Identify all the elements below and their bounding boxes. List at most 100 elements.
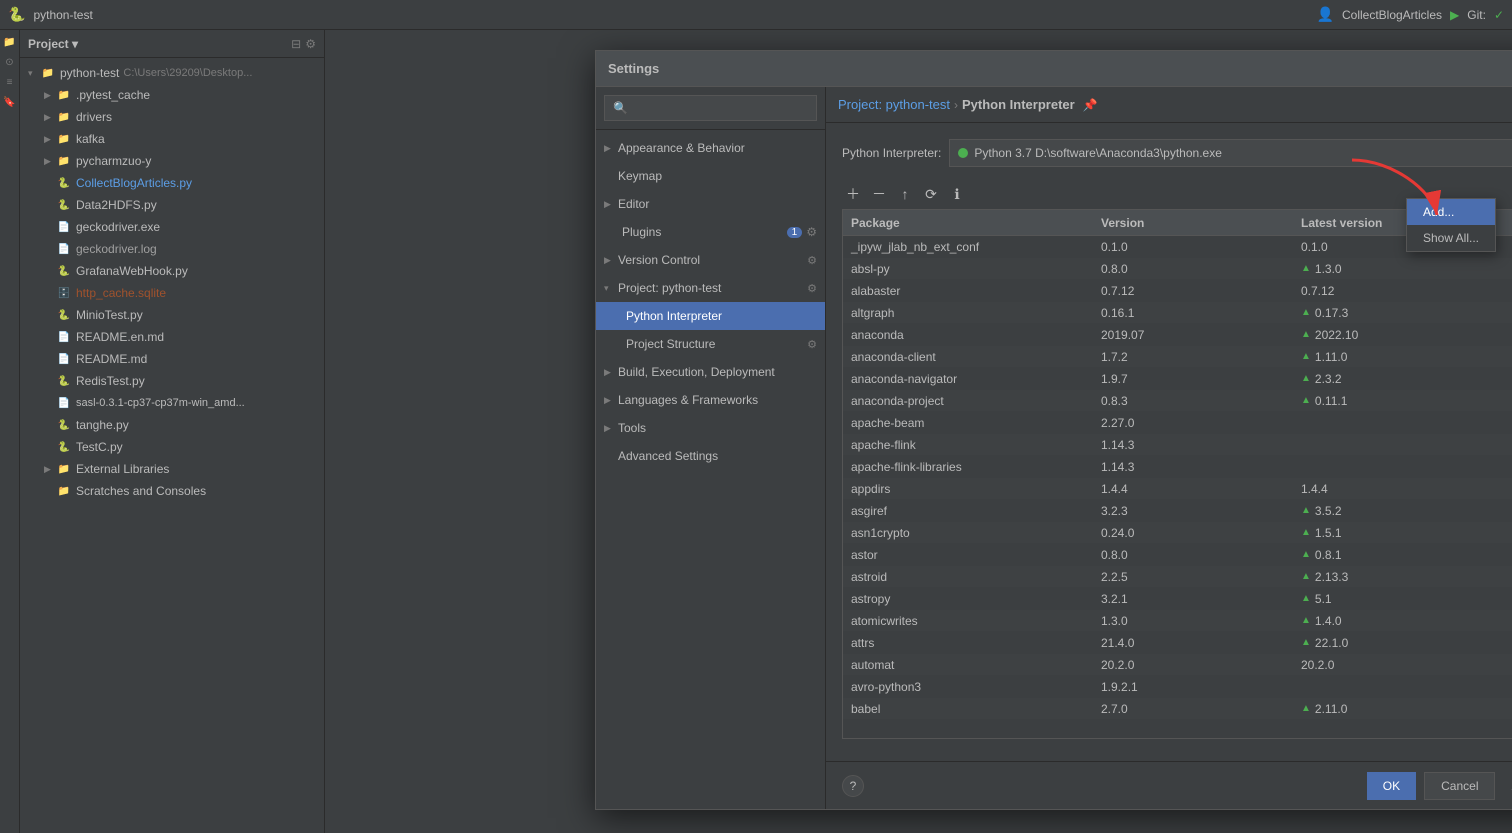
tree-item-pycharmzuo[interactable]: ▶ 📁 pycharmzuo-y [20,150,324,172]
tree-item-pytest[interactable]: ▶ 📁 .pytest_cache [20,84,324,106]
table-row[interactable]: absl-py0.8.0▲1.3.0 [843,258,1512,280]
project-icon[interactable]: 📁 [2,34,18,50]
settings-item-editor[interactable]: ▶ Editor [596,190,825,218]
settings-nav: Project: python-test › Python Interprete… [826,87,1512,123]
structure-icon[interactable]: ≡ [2,74,18,90]
td-version: 2.2.5 [1093,570,1293,584]
table-row[interactable]: asn1crypto0.24.0▲1.5.1 [843,522,1512,544]
settings-item-project-structure[interactable]: Project Structure ⚙ [596,330,825,358]
commit-icon[interactable]: ⊙ [2,54,18,70]
breadcrumb-parent[interactable]: Project: python-test [838,97,950,112]
tree-root[interactable]: ▾ 📁 python-test C:\Users\29209\Desktop..… [20,62,324,84]
tree-item-scratches[interactable]: 📁 Scratches and Consoles [20,480,324,502]
table-row[interactable]: apache-beam2.27.0 [843,412,1512,434]
table-row[interactable]: attrs21.4.0▲22.1.0 [843,632,1512,654]
tree-item-redistest[interactable]: 🐍 RedisTest.py [20,370,324,392]
table-row[interactable]: anaconda-navigator1.9.7▲2.3.2 [843,368,1512,390]
table-row[interactable]: altgraph0.16.1▲0.17.3 [843,302,1512,324]
settings-item-appearance[interactable]: ▶ Appearance & Behavior [596,134,825,162]
show-package-info-button[interactable]: ℹ [946,183,968,205]
td-package: _ipyw_jlab_nb_ext_conf [843,240,1093,254]
bookmarks-icon[interactable]: 🔖 [2,94,18,110]
run-button[interactable]: ▶ [1450,8,1459,22]
table-row[interactable]: anaconda-project0.8.3▲0.11.1 [843,390,1512,412]
tree-item-data2hdfs[interactable]: 🐍 Data2HDFS.py [20,194,324,216]
td-package: avro-python3 [843,680,1093,694]
table-row[interactable]: astroid2.2.5▲2.13.3 [843,566,1512,588]
settings-item-plugins[interactable]: Plugins 1 ⚙ [596,218,825,246]
root-path: C:\Users\29209\Desktop... [123,67,252,79]
td-version: 2.7.0 [1093,702,1293,716]
settings-item-keymap[interactable]: Keymap [596,162,825,190]
settings-item-tools[interactable]: ▶ Tools [596,414,825,442]
tree-item-tanghe[interactable]: 🐍 tanghe.py [20,414,324,436]
settings-item-python-interpreter[interactable]: Python Interpreter [596,302,825,330]
ok-button[interactable]: OK [1367,772,1416,800]
remove-package-button[interactable]: － [868,183,890,205]
td-version: 21.4.0 [1093,636,1293,650]
add-dropdown-item[interactable]: Add... [1407,199,1495,225]
table-row[interactable]: astropy3.2.1▲5.1 [843,588,1512,610]
interpreter-status-dot [958,148,968,158]
settings-item-build[interactable]: ▶ Build, Execution, Deployment [596,358,825,386]
redistest-py-icon: 🐍 [56,373,72,389]
td-version: 0.8.0 [1093,262,1293,276]
show-all-dropdown-item[interactable]: Show All... [1407,225,1495,251]
tree-item-sasl[interactable]: 📄 sasl-0.3.1-cp37-cp37m-win_amd... [20,392,324,414]
tree-item-testc[interactable]: 🐍 TestC.py [20,436,324,458]
tree-item-drivers[interactable]: ▶ 📁 drivers [20,106,324,128]
project-panel-actions: ⊟ ⚙ [291,37,316,51]
help-button[interactable]: ? [842,775,864,797]
tree-item-http-cache[interactable]: 🗄️ http_cache.sqlite [20,282,324,304]
td-latest: ▲1.11.0 [1293,350,1512,364]
table-row[interactable]: babel2.7.0▲2.11.0 [843,698,1512,720]
table-row[interactable]: atomicwrites1.3.0▲1.4.0 [843,610,1512,632]
settings-icon[interactable]: ⚙ [305,37,316,51]
drivers-folder-icon: 📁 [56,109,72,125]
td-latest: ▲22.1.0 [1293,636,1512,650]
kafka-folder-icon: 📁 [56,131,72,147]
table-row[interactable]: avro-python31.9.2.1 [843,676,1512,698]
settings-search-input[interactable] [604,95,817,121]
refresh-packages-button[interactable]: ⟳ [920,183,942,205]
settings-item-vcs[interactable]: ▶ Version Control ⚙ [596,246,825,274]
tree-item-grafana[interactable]: 🐍 GrafanaWebHook.py [20,260,324,282]
tree-item-kafka[interactable]: ▶ 📁 kafka [20,128,324,150]
tree-item-collectblog[interactable]: 🐍 CollectBlogArticles.py [20,172,324,194]
interpreter-select-dropdown[interactable]: Python 3.7 D:\software\Anaconda3\python.… [949,139,1512,167]
table-row[interactable]: apache-flink1.14.3 [843,434,1512,456]
tree-item-geckodriver-exe[interactable]: 📄 geckodriver.exe [20,216,324,238]
testc-py-icon: 🐍 [56,439,72,455]
project-panel-title: Project ▾ [28,37,78,51]
td-latest: ▲1.3.0 [1293,262,1512,276]
tools-arrow-icon: ▶ [604,423,618,434]
add-package-button[interactable]: ＋ [842,183,864,205]
tree-item-readme-en[interactable]: 📄 README.en.md [20,326,324,348]
cancel-button[interactable]: Cancel [1424,772,1495,800]
top-bar: 🐍 python-test 👤 CollectBlogArticles ▶ Gi… [0,0,1512,30]
tree-item-external-libs[interactable]: ▶ 📁 External Libraries [20,458,324,480]
settings-item-languages[interactable]: ▶ Languages & Frameworks [596,386,825,414]
table-row[interactable]: anaconda-client1.7.2▲1.11.0 [843,346,1512,368]
table-row[interactable]: appdirs1.4.41.4.4 [843,478,1512,500]
upgrade-package-button[interactable]: ↑ [894,183,916,205]
table-row[interactable]: anaconda2019.07▲2022.10 [843,324,1512,346]
td-latest: ▲0.8.1 [1293,548,1512,562]
upgrade-arrow-icon: ▲ [1301,527,1311,538]
tree-item-readme[interactable]: 📄 README.md [20,348,324,370]
table-row[interactable]: asgiref3.2.3▲3.5.2 [843,500,1512,522]
td-latest: ▲1.4.0 [1293,614,1512,628]
settings-item-advanced[interactable]: Advanced Settings [596,442,825,470]
tree-item-geckodriver-log[interactable]: 📄 geckodriver.log [20,238,324,260]
upgrade-arrow-icon: ▲ [1301,571,1311,582]
table-row[interactable]: apache-flink-libraries1.14.3 [843,456,1512,478]
tree-item-miniotest[interactable]: 🐍 MinioTest.py [20,304,324,326]
table-row[interactable]: alabaster0.7.120.7.12 [843,280,1512,302]
upgrade-arrow-icon: ▲ [1301,549,1311,560]
table-row[interactable]: astor0.8.0▲0.8.1 [843,544,1512,566]
td-version: 0.7.12 [1093,284,1293,298]
td-latest: ▲2.13.3 [1293,570,1512,584]
table-row[interactable]: automat20.2.020.2.0 [843,654,1512,676]
settings-item-project[interactable]: ▾ Project: python-test ⚙ [596,274,825,302]
collapse-all-icon[interactable]: ⊟ [291,37,301,51]
